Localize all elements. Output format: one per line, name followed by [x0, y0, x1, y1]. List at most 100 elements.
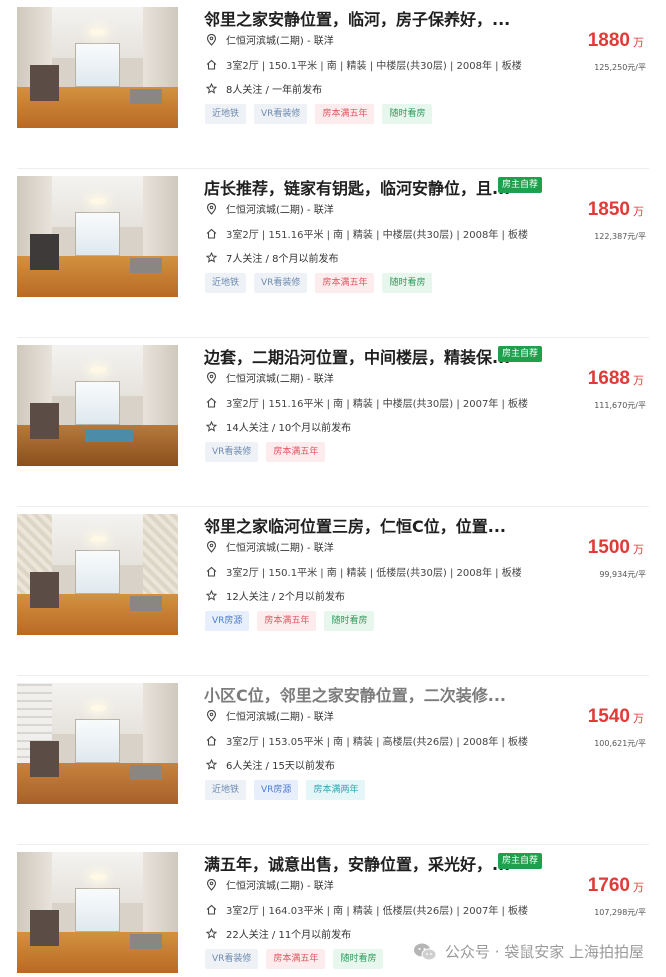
listing-tag: VR看装修 [254, 273, 308, 293]
followers-line: 14人关注 / 10个月以前发布 [204, 419, 351, 434]
details-line: 3室2厅 | 150.1平米 | 南 | 精装 | 中楼层(共30层) | 20… [204, 57, 522, 72]
listing-tag: VR看装修 [254, 104, 308, 124]
house-icon [204, 397, 218, 408]
house-icon [204, 228, 218, 239]
price-value: 1850 [587, 199, 630, 220]
followers-text: 12人关注 / 2个月以前发布 [226, 592, 345, 603]
price-value: 1688 [587, 368, 630, 389]
followers-line: 7人关注 / 8个月以前发布 [204, 250, 338, 265]
listing-photo[interactable] [17, 852, 178, 973]
details-line: 3室2厅 | 151.16平米 | 南 | 精装 | 中楼层(共30层) | 2… [204, 395, 528, 410]
location-line: 仁恒河滨城(二期) - 联洋 [204, 32, 334, 47]
listing-tag: 随时看房 [382, 273, 433, 293]
followers-line: 8人关注 / 一年前发布 [204, 81, 322, 96]
details-text: 3室2厅 | 164.03平米 | 南 | 精装 | 低楼层(共26层) | 2… [226, 906, 529, 917]
listing-tag: 房本满五年 [266, 949, 326, 969]
price-unit: 万 [633, 543, 644, 556]
listing-photo[interactable] [17, 7, 178, 128]
listing-item[interactable]: 邻里之家临河位置三房，仁恒C位，位置... 仁恒河滨城(二期) - 联洋 3室2厅 … [0, 507, 666, 676]
details-line: 3室2厅 | 151.16平米 | 南 | 精装 | 中楼层(共30层) | 2… [204, 226, 528, 241]
price-unit: 万 [633, 374, 644, 387]
listing-photo[interactable] [17, 683, 178, 804]
total-price: 1688 万 [588, 368, 644, 390]
listing-item[interactable]: 邻里之家安静位置，临河，房子保养好，... 仁恒河滨城(二期) - 联洋 3室2厅 … [0, 0, 666, 169]
listing-photo[interactable] [17, 176, 178, 297]
price-unit: 万 [633, 712, 644, 725]
unit-price: 122,387元/平 [594, 232, 646, 241]
total-price: 1880 万 [588, 30, 644, 52]
location-pin-icon [204, 202, 218, 215]
listing-item[interactable]: 边套，二期沿河位置，中间楼层，精装保... 房主自荐 仁恒河滨城(二期) - 联洋 3… [0, 338, 666, 507]
listing-title[interactable]: 满五年，诚意出售，安静位置，采光好，... [204, 851, 510, 875]
star-icon[interactable] [204, 590, 218, 601]
listing-item[interactable]: 小区C位，邻里之家安静位置，二次装修... 仁恒河滨城(二期) - 联洋 3室2厅 … [0, 676, 666, 845]
unit-price: 125,250元/平 [594, 63, 646, 72]
unit-price: 99,934元/平 [599, 570, 646, 579]
followers-text: 8人关注 / 一年前发布 [226, 85, 323, 96]
listing-title[interactable]: 边套，二期沿河位置，中间楼层，精装保... [204, 344, 510, 368]
details-text: 3室2厅 | 151.16平米 | 南 | 精装 | 中楼层(共30层) | 2… [226, 399, 529, 410]
listing-title[interactable]: 店长推荐，链家有钥匙，临河安静位，且... [204, 175, 510, 199]
house-icon [204, 566, 218, 577]
details-line: 3室2厅 | 153.05平米 | 南 | 精装 | 高楼层(共26层) | 2… [204, 733, 528, 748]
tag-list: VR看装修 房本满五年 [205, 442, 326, 462]
listing-photo[interactable] [17, 345, 178, 466]
followers-line: 6人关注 / 15天以前发布 [204, 757, 335, 772]
listing-tag: 随时看房 [382, 104, 433, 124]
tag-list: VR房源 房本满五年 随时看房 [205, 611, 375, 631]
listing-item[interactable]: 店长推荐，链家有钥匙，临河安静位，且... 房主自荐 仁恒河滨城(二期) - 联洋 3… [0, 169, 666, 338]
unit-price: 111,670元/平 [594, 401, 646, 410]
unit-price: 107,298元/平 [594, 908, 646, 917]
star-icon[interactable] [204, 759, 218, 770]
location-line: 仁恒河滨城(二期) - 联洋 [204, 877, 334, 892]
star-icon[interactable] [204, 421, 218, 432]
listing-tag: 房本满五年 [315, 273, 375, 293]
house-icon [204, 904, 218, 915]
location-text[interactable]: 仁恒河滨城(二期) - 联洋 [226, 708, 334, 723]
listing-tag: 房本满五年 [257, 611, 317, 631]
house-icon [204, 59, 218, 70]
listing-tag: VR看装修 [205, 949, 259, 969]
location-pin-icon [204, 33, 218, 46]
followers-text: 22人关注 / 11个月以前发布 [226, 930, 352, 941]
location-text[interactable]: 仁恒河滨城(二期) - 联洋 [226, 877, 334, 892]
listing-tag: VR房源 [205, 611, 250, 631]
followers-text: 7人关注 / 8个月以前发布 [226, 254, 339, 265]
total-price: 1540 万 [588, 706, 644, 728]
location-text[interactable]: 仁恒河滨城(二期) - 联洋 [226, 370, 334, 385]
star-icon[interactable] [204, 252, 218, 263]
location-text[interactable]: 仁恒河滨城(二期) - 联洋 [226, 201, 334, 216]
price-value: 1880 [587, 30, 630, 51]
price-unit: 万 [633, 205, 644, 218]
star-icon[interactable] [204, 928, 218, 939]
listing-title[interactable]: 邻里之家临河位置三房，仁恒C位，位置... [204, 513, 506, 537]
listing-title[interactable]: 小区C位，邻里之家安静位置，二次装修... [204, 682, 506, 706]
star-icon[interactable] [204, 83, 218, 94]
listing-tag: 房本满两年 [306, 780, 366, 800]
details-text: 3室2厅 | 150.1平米 | 南 | 精装 | 低楼层(共30层) | 20… [226, 568, 522, 579]
location-pin-icon [204, 709, 218, 722]
watermark: 公众号 · 袋鼠安家 上海拍拍屋 [413, 941, 644, 962]
listing-title[interactable]: 邻里之家安静位置，临河，房子保养好，... [204, 6, 510, 30]
price-value: 1540 [587, 706, 630, 727]
price-value: 1760 [587, 875, 630, 896]
location-line: 仁恒河滨城(二期) - 联洋 [204, 370, 334, 385]
tag-list: 近地铁 VR看装修 房本满五年 随时看房 [205, 273, 433, 293]
listing-tag: 随时看房 [333, 949, 384, 969]
location-text[interactable]: 仁恒河滨城(二期) - 联洋 [226, 32, 334, 47]
location-text[interactable]: 仁恒河滨城(二期) - 联洋 [226, 539, 334, 554]
listing-tag: 随时看房 [324, 611, 375, 631]
details-line: 3室2厅 | 164.03平米 | 南 | 精装 | 低楼层(共26层) | 2… [204, 902, 528, 917]
price-unit: 万 [633, 36, 644, 49]
listing-tag: VR看装修 [205, 442, 259, 462]
tag-list: 近地铁 VR房源 房本满两年 [205, 780, 366, 800]
location-pin-icon [204, 371, 218, 384]
location-pin-icon [204, 878, 218, 891]
listing-photo[interactable] [17, 514, 178, 635]
house-icon [204, 735, 218, 746]
listing-tag: VR房源 [254, 780, 299, 800]
watermark-text: 公众号 · 袋鼠安家 上海拍拍屋 [444, 943, 644, 961]
location-pin-icon [204, 540, 218, 553]
total-price: 1760 万 [588, 875, 644, 897]
tag-list: VR看装修 房本满五年 随时看房 [205, 949, 384, 969]
